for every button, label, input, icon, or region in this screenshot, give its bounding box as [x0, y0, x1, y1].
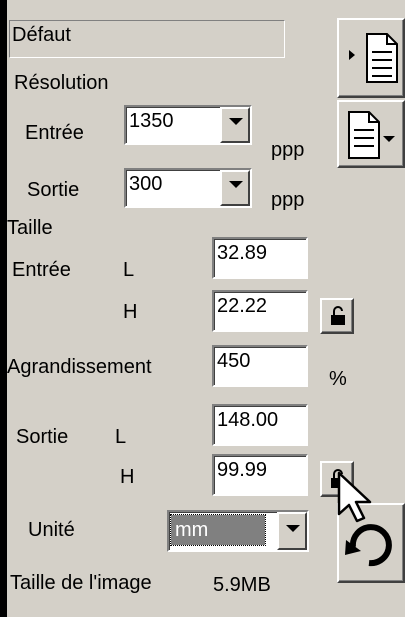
- unit-select[interactable]: mm: [167, 510, 309, 552]
- resolution-output-select[interactable]: 300: [124, 168, 252, 208]
- resolution-input-select[interactable]: 1350: [124, 105, 252, 145]
- save-settings-menu-icon: [348, 111, 395, 159]
- size-input-label: Entrée: [12, 259, 71, 281]
- size-input-width-label: L: [123, 259, 135, 281]
- preset-name-field[interactable]: Défaut: [9, 20, 285, 58]
- output-size-height-label: H: [120, 466, 135, 488]
- resolution-output-unit: ppp: [271, 189, 305, 211]
- resolution-output-dropdown-button[interactable]: [220, 170, 250, 206]
- unit-dropdown-button[interactable]: [277, 512, 307, 550]
- load-settings-button[interactable]: [337, 18, 405, 98]
- load-settings-icon: [349, 33, 398, 83]
- unit-value: mm: [175, 519, 209, 541]
- save-settings-menu-button[interactable]: [337, 100, 405, 168]
- undo-arrow-icon: [345, 524, 392, 567]
- unit-selected-highlight: mm: [170, 514, 266, 546]
- padlock-icon: [331, 306, 345, 325]
- resolution-input-label: Entrée: [25, 122, 84, 144]
- settings-panel: Défaut Résolution Entrée 1350 ppp Sortie…: [7, 0, 405, 617]
- output-size-height-value: 99.99: [217, 459, 268, 481]
- resolution-heading: Résolution: [14, 72, 109, 94]
- size-input-width-value: 32.89: [217, 242, 268, 264]
- chevron-down-icon: [286, 525, 300, 532]
- resolution-output-label: Sortie: [27, 179, 80, 201]
- enlargement-unit: %: [329, 368, 347, 390]
- output-size-height-field[interactable]: 99.99: [212, 454, 308, 496]
- size-input-height-value: 22.22: [217, 295, 268, 317]
- resolution-input-dropdown-button[interactable]: [220, 107, 250, 143]
- image-size-label: Taille de l'image: [10, 572, 152, 594]
- chevron-down-icon: [229, 181, 243, 188]
- enlargement-value: 450: [217, 350, 251, 372]
- resolution-input-value: 1350: [129, 110, 174, 132]
- mouse-pointer-icon: [337, 471, 372, 523]
- enlargement-field[interactable]: 450: [212, 345, 308, 387]
- output-size-width-field[interactable]: 148.00: [212, 404, 308, 446]
- size-input-lock-button[interactable]: [320, 298, 354, 334]
- resolution-input-unit: ppp: [271, 139, 305, 161]
- size-input-width-field[interactable]: 32.89: [212, 237, 308, 279]
- resolution-output-value: 300: [129, 173, 163, 195]
- unit-label: Unité: [28, 519, 75, 541]
- output-size-width-value: 148.00: [217, 409, 279, 431]
- size-input-height-label: H: [123, 301, 138, 323]
- image-size-value: 5.9MB: [213, 574, 271, 596]
- output-size-label: Sortie: [16, 426, 69, 448]
- preset-name-value: Défaut: [12, 24, 71, 46]
- chevron-down-icon: [229, 118, 243, 125]
- enlargement-label: Agrandissement: [7, 356, 152, 378]
- output-size-width-label: L: [115, 426, 127, 448]
- size-input-height-field[interactable]: 22.22: [212, 290, 308, 332]
- size-heading: Taille: [7, 217, 53, 239]
